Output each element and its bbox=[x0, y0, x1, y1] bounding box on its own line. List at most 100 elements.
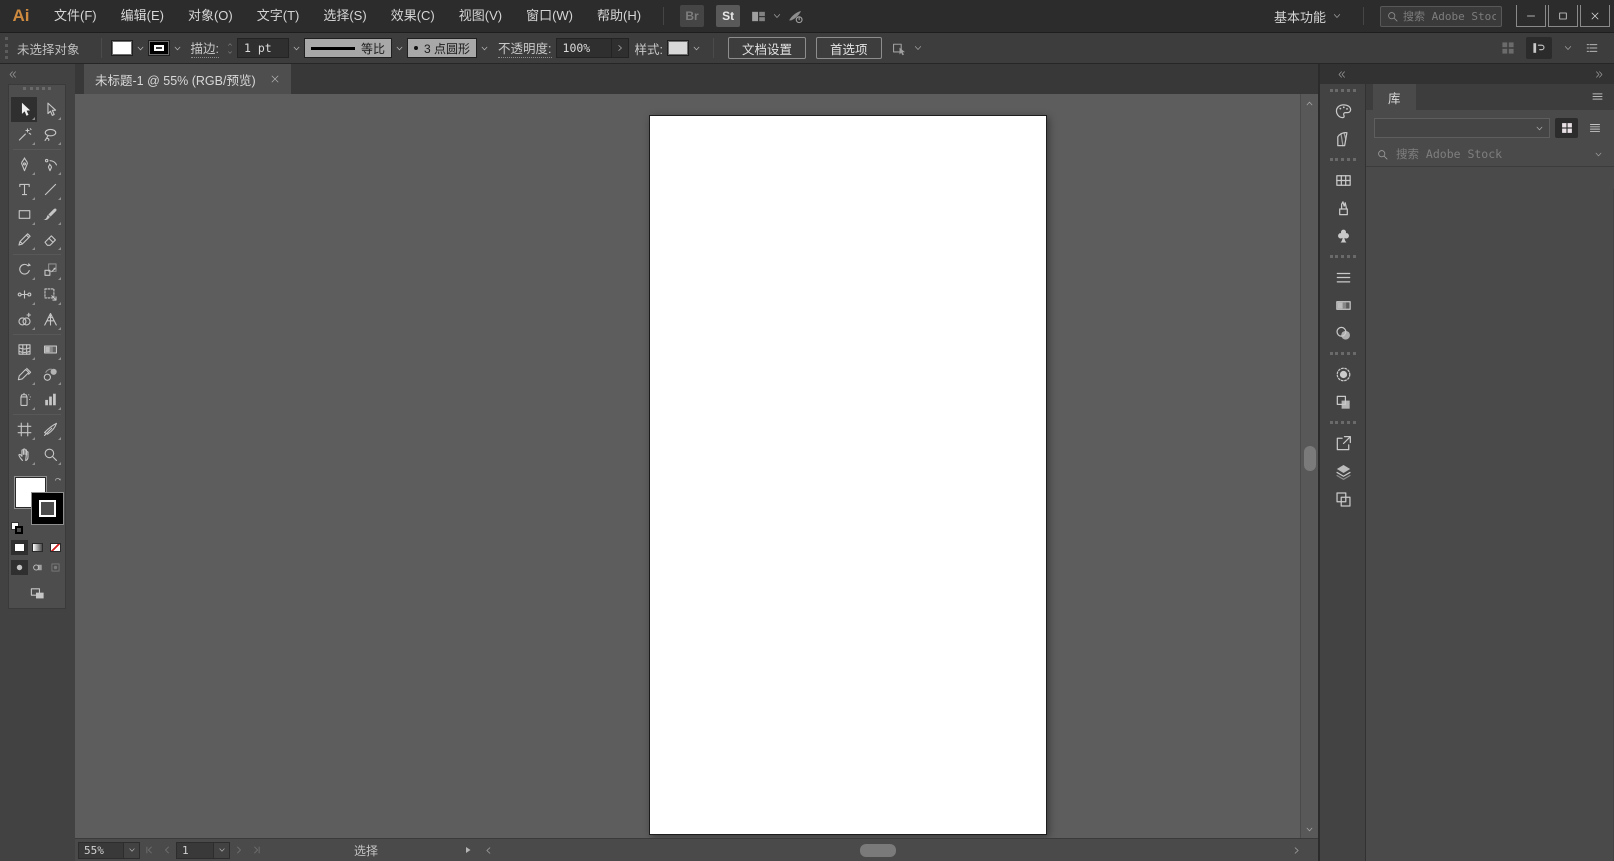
chevron-down-icon[interactable] bbox=[912, 42, 924, 54]
stepper-up-icon[interactable] bbox=[225, 41, 235, 48]
panel-button-gradient[interactable] bbox=[1320, 291, 1366, 319]
tool-rectangle[interactable] bbox=[11, 202, 37, 227]
tool-blend[interactable] bbox=[37, 362, 63, 387]
menu-item-7[interactable]: 窗口(W) bbox=[514, 0, 585, 32]
stock-search-box[interactable] bbox=[1380, 5, 1502, 27]
screen-mode-button[interactable] bbox=[9, 585, 65, 602]
panel-button-transparency[interactable] bbox=[1320, 319, 1366, 347]
align-options-icon[interactable] bbox=[891, 40, 908, 57]
chevron-down-icon[interactable] bbox=[1562, 42, 1574, 54]
collapse-panels-icon[interactable] bbox=[1594, 69, 1605, 80]
none-button[interactable] bbox=[47, 540, 64, 555]
tool-line-segment[interactable] bbox=[37, 177, 63, 202]
artboard-number-field[interactable]: 1 bbox=[176, 841, 214, 859]
chevron-down-icon[interactable] bbox=[392, 39, 407, 57]
panel-group-grip[interactable] bbox=[1329, 421, 1356, 427]
tool-rotate[interactable] bbox=[11, 257, 37, 282]
panel-menu-icon[interactable] bbox=[1590, 89, 1605, 104]
default-fill-stroke-icon[interactable] bbox=[11, 522, 25, 535]
scroll-left-button[interactable] bbox=[480, 842, 496, 859]
panel-group-grip[interactable] bbox=[1329, 255, 1356, 261]
tool-type[interactable] bbox=[11, 177, 37, 202]
tool-pen[interactable] bbox=[11, 152, 37, 177]
scroll-up-button[interactable] bbox=[1301, 96, 1318, 110]
stroke-proxy[interactable] bbox=[32, 493, 63, 524]
horizontal-scrollbar[interactable] bbox=[480, 842, 1304, 859]
tool-free-transform[interactable] bbox=[37, 282, 63, 307]
tool-symbol-sprayer[interactable] bbox=[11, 387, 37, 412]
menu-item-0[interactable]: 文件(F) bbox=[42, 0, 109, 32]
brush-definition-dropdown[interactable]: 3 点圆形 bbox=[407, 38, 478, 58]
stroke-weight-field[interactable]: 1 pt bbox=[237, 38, 289, 58]
draw-normal-button[interactable] bbox=[10, 560, 28, 575]
workspace-grid-icon[interactable] bbox=[1500, 40, 1516, 56]
stroke-weight-stepper[interactable] bbox=[225, 41, 235, 56]
document-tab[interactable]: 未标题-1 @ 55% (RGB/预览) bbox=[84, 64, 291, 94]
chevron-down-icon[interactable] bbox=[1593, 149, 1604, 160]
tool-shape-builder[interactable] bbox=[11, 307, 37, 332]
tool-paintbrush[interactable] bbox=[37, 202, 63, 227]
stroke-panel-link[interactable]: 描边: bbox=[190, 38, 219, 58]
next-artboard-button[interactable] bbox=[230, 842, 248, 859]
library-content-area[interactable] bbox=[1366, 189, 1614, 861]
chevron-down-icon[interactable] bbox=[689, 39, 704, 57]
artboard-dropdown-button[interactable] bbox=[214, 841, 230, 859]
previous-artboard-button[interactable] bbox=[158, 842, 176, 859]
swap-fill-stroke-icon[interactable] bbox=[52, 475, 64, 487]
first-artboard-button[interactable] bbox=[140, 842, 158, 859]
panel-group-grip[interactable] bbox=[1329, 158, 1356, 164]
arrange-documents-icon[interactable] bbox=[750, 8, 767, 25]
panel-group-grip[interactable] bbox=[1329, 352, 1356, 358]
panel-button-artboards[interactable] bbox=[1320, 485, 1366, 513]
chevron-down-icon[interactable] bbox=[477, 39, 492, 57]
library-search-box[interactable] bbox=[1366, 142, 1614, 167]
tool-eraser[interactable] bbox=[37, 227, 63, 252]
expand-panels-icon[interactable] bbox=[1336, 69, 1347, 80]
panel-button-appearance[interactable] bbox=[1320, 360, 1366, 388]
tool-perspective-grid[interactable] bbox=[37, 307, 63, 332]
tool-selection[interactable] bbox=[11, 97, 37, 122]
horizontal-scrollbar-thumb[interactable] bbox=[860, 843, 897, 857]
vertical-scrollbar-thumb[interactable] bbox=[1304, 446, 1316, 471]
stock-search-input[interactable] bbox=[1403, 9, 1496, 23]
gradient-button[interactable] bbox=[29, 540, 46, 555]
tool-width[interactable] bbox=[11, 282, 37, 307]
scroll-down-button[interactable] bbox=[1301, 822, 1318, 836]
tool-mesh[interactable] bbox=[11, 337, 37, 362]
tool-zoom[interactable] bbox=[37, 442, 63, 467]
menu-item-5[interactable]: 效果(C) bbox=[379, 0, 447, 32]
panel-button-asset-export[interactable] bbox=[1320, 429, 1366, 457]
tool-shaper[interactable] bbox=[11, 227, 37, 252]
panel-button-swatches[interactable] bbox=[1320, 166, 1366, 194]
last-artboard-button[interactable] bbox=[248, 842, 266, 859]
collapse-tools-icon[interactable] bbox=[7, 69, 18, 80]
color-button[interactable] bbox=[10, 540, 28, 555]
tool-lasso[interactable] bbox=[37, 122, 63, 147]
tool-eyedropper[interactable] bbox=[11, 362, 37, 387]
tool-column-graph[interactable] bbox=[37, 387, 63, 412]
tool-hand[interactable] bbox=[11, 442, 37, 467]
draw-behind-button[interactable] bbox=[29, 560, 46, 575]
tool-slice[interactable] bbox=[37, 417, 63, 442]
menu-item-3[interactable]: 文字(T) bbox=[245, 0, 312, 32]
panel-button-symbols[interactable] bbox=[1320, 222, 1366, 250]
width-profile-dropdown[interactable]: 等比 bbox=[304, 38, 393, 58]
tool-artboard[interactable] bbox=[11, 417, 37, 442]
fill-color-swatch[interactable] bbox=[110, 40, 133, 56]
canvas[interactable] bbox=[75, 94, 1300, 838]
bridge-button[interactable]: Br bbox=[680, 5, 705, 27]
panel-button-color[interactable] bbox=[1320, 97, 1366, 125]
panel-button-layers[interactable] bbox=[1320, 457, 1366, 485]
chevron-down-icon[interactable] bbox=[170, 39, 185, 57]
minimize-button[interactable] bbox=[1516, 5, 1546, 27]
tool-direct-selection[interactable] bbox=[37, 97, 63, 122]
grid-view-button[interactable] bbox=[1555, 118, 1578, 138]
menu-item-6[interactable]: 视图(V) bbox=[447, 0, 514, 32]
library-select-dropdown[interactable] bbox=[1374, 118, 1550, 138]
tools-panel-grip[interactable] bbox=[23, 87, 51, 96]
menu-item-8[interactable]: 帮助(H) bbox=[585, 0, 653, 32]
menu-item-1[interactable]: 编辑(E) bbox=[109, 0, 176, 32]
maximize-button[interactable] bbox=[1548, 5, 1578, 27]
tool-gradient[interactable] bbox=[37, 337, 63, 362]
stepper-down-icon[interactable] bbox=[225, 49, 235, 56]
